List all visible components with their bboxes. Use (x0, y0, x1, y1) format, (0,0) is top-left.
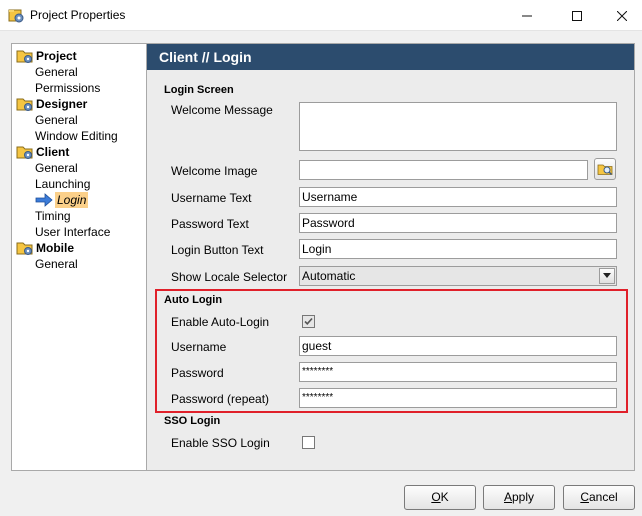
tree-item-label: Permissions (35, 81, 101, 95)
apply-label-rest: pply (512, 490, 535, 504)
username-text-label: Username Text (171, 191, 252, 205)
tree-item-label: General (35, 65, 78, 79)
browse-image-button[interactable] (594, 158, 616, 180)
folder-gear-icon (16, 50, 33, 63)
tree-item-label: Launching (35, 177, 91, 191)
welcome-image-input[interactable] (299, 160, 588, 180)
tree-item-label: User Interface (35, 225, 111, 239)
tree-group-label: Designer (36, 97, 88, 111)
auto-login-username-input[interactable]: guest (299, 336, 617, 356)
tree-item-label: Window Editing (35, 129, 118, 143)
maximize-button[interactable] (554, 0, 600, 31)
enable-sso-login-label: Enable SSO Login (171, 436, 270, 450)
folder-gear-icon (16, 242, 33, 255)
dropdown-arrow[interactable] (599, 268, 615, 284)
chevron-down-icon (603, 273, 611, 278)
arrow-right-icon (35, 193, 53, 207)
apply-mnemonic: A (503, 490, 512, 504)
tree-group-label: Client (36, 145, 70, 159)
auto-login-username-label: Username (171, 340, 227, 354)
tree-item-label: General (35, 257, 78, 271)
auto-login-password-repeat-label: Password (repeat) (171, 392, 270, 406)
close-icon (617, 10, 627, 21)
folder-gear-icon (16, 98, 33, 111)
section-sso-login: SSO Login (164, 415, 221, 427)
auto-login-password-input[interactable]: ******** (299, 362, 617, 382)
folder-gear-icon (16, 146, 33, 159)
enable-sso-login-checkbox[interactable] (302, 436, 315, 449)
login-button-text-label: Login Button Text (171, 243, 264, 257)
tree-item-label: Login (55, 192, 89, 208)
section-auto-login: Auto Login (164, 294, 223, 306)
tree-item-label: General (35, 113, 78, 127)
tree-item-label: General (35, 161, 78, 175)
login-button-text-input[interactable]: Login (299, 239, 617, 259)
welcome-image-label: Welcome Image (171, 164, 258, 178)
auto-login-password-label: Password (171, 366, 224, 380)
cancel-mnemonic: C (580, 490, 589, 504)
panel-header: Client // Login (147, 44, 634, 70)
checkmark-icon (304, 317, 313, 325)
tree-group-label: Project (36, 49, 77, 63)
ok-label-rest: K (440, 490, 449, 504)
apply-button[interactable]: Apply (483, 485, 555, 510)
password-text-label: Password Text (171, 217, 249, 231)
show-locale-selector-dropdown[interactable]: Automatic (299, 266, 617, 286)
tree-group-label: Mobile (36, 241, 74, 255)
password-text-input[interactable]: Password (299, 213, 617, 233)
section-login-screen: Login Screen (164, 84, 234, 96)
ok-button[interactable]: OK (404, 485, 476, 510)
folder-search-icon (597, 164, 613, 176)
project-properties-icon (8, 9, 24, 23)
minimize-button[interactable] (504, 0, 550, 31)
maximize-icon (572, 10, 582, 21)
cancel-label-rest: ancel (588, 490, 618, 504)
title-bar: Project Properties (0, 0, 642, 31)
username-text-input[interactable]: Username (299, 187, 617, 207)
show-locale-selector-label: Show Locale Selector (171, 270, 288, 284)
tree-item-label: Timing (35, 209, 71, 223)
ok-mnemonic: O (431, 490, 441, 504)
auto-login-password-repeat-input[interactable]: ******** (299, 388, 617, 408)
dropdown-value: Automatic (302, 269, 356, 283)
enable-auto-login-checkbox[interactable] (302, 315, 315, 328)
minimize-icon (522, 15, 532, 16)
close-button[interactable] (599, 0, 642, 31)
properties-tree: Project General Permissions Designer Gen… (11, 43, 147, 471)
window-title: Project Properties (30, 8, 126, 22)
welcome-message-textarea[interactable] (299, 102, 617, 151)
welcome-message-label: Welcome Message (171, 103, 273, 117)
enable-auto-login-label: Enable Auto-Login (171, 315, 270, 329)
cancel-button[interactable]: Cancel (563, 485, 635, 510)
